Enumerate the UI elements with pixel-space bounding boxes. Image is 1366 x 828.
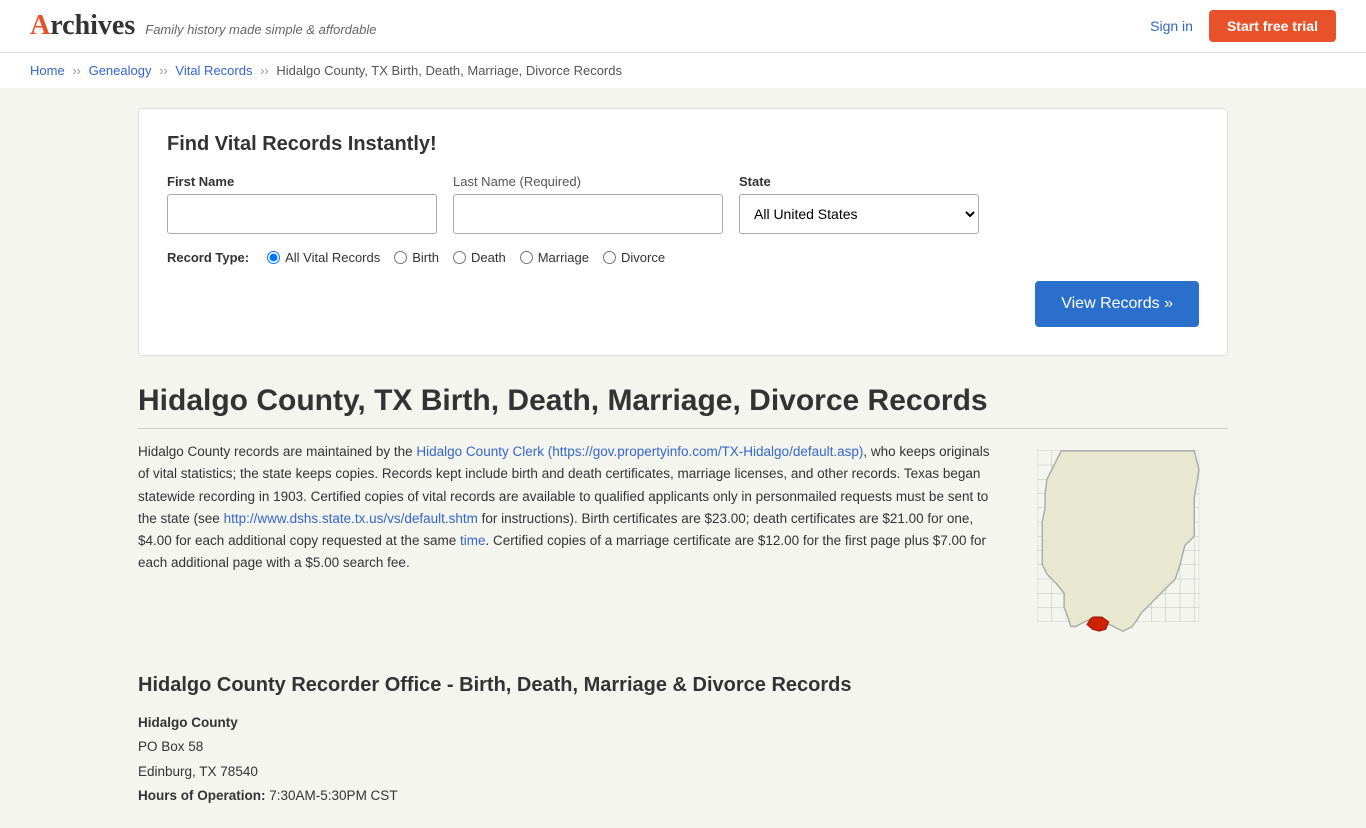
office-address1: PO Box 58 [138, 735, 1228, 759]
last-name-input[interactable] [453, 194, 723, 234]
site-header: Archives Family history made simple & af… [0, 0, 1366, 53]
radio-death-label: Death [471, 250, 506, 265]
first-name-input[interactable] [167, 194, 437, 234]
office-hours-label: Hours of Operation: [138, 788, 266, 803]
search-fields: First Name Last Name (Required) State Al… [167, 174, 1199, 234]
breadcrumb-current: Hidalgo County, TX Birth, Death, Marriag… [276, 63, 622, 78]
breadcrumb-sep-3: ›› [260, 63, 272, 78]
radio-all-vital[interactable]: All Vital Records [267, 250, 380, 265]
breadcrumb: Home ›› Genealogy ›› Vital Records ›› Hi… [0, 53, 1366, 88]
time-link[interactable]: time [460, 533, 486, 548]
content-section: Hidalgo County records are maintained by… [138, 441, 1228, 644]
start-trial-button[interactable]: Start free trial [1209, 10, 1336, 42]
radio-divorce-input[interactable] [603, 251, 616, 264]
breadcrumb-genealogy[interactable]: Genealogy [89, 63, 152, 78]
radio-divorce[interactable]: Divorce [603, 250, 665, 265]
radio-marriage-label: Marriage [538, 250, 589, 265]
site-logo: Archives [30, 10, 135, 42]
radio-marriage-input[interactable] [520, 251, 533, 264]
texas-map-svg [1028, 441, 1218, 641]
breadcrumb-sep-2: ›› [159, 63, 171, 78]
office-info: Hidalgo County PO Box 58 Edinburg, TX 78… [138, 711, 1228, 808]
main-content: Find Vital Records Instantly! First Name… [108, 88, 1258, 828]
state-label: State [739, 174, 979, 189]
breadcrumb-vital-records[interactable]: Vital Records [175, 63, 252, 78]
search-box: Find Vital Records Instantly! First Name… [138, 108, 1228, 356]
radio-marriage[interactable]: Marriage [520, 250, 589, 265]
page-description: Hidalgo County records are maintained by… [138, 441, 998, 644]
hidalgo-clerk-link[interactable]: Hidalgo County Clerk (https://gov.proper… [416, 444, 863, 459]
texas-map [1028, 441, 1228, 644]
office-address2: Edinburg, TX 78540 [138, 760, 1228, 784]
state-group: State All United States Alabama Alaska A… [739, 174, 979, 234]
radio-all-vital-label: All Vital Records [285, 250, 380, 265]
radio-divorce-label: Divorce [621, 250, 665, 265]
last-name-group: Last Name (Required) [453, 174, 723, 234]
radio-birth[interactable]: Birth [394, 250, 439, 265]
radio-death[interactable]: Death [453, 250, 506, 265]
radio-birth-input[interactable] [394, 251, 407, 264]
record-type-label: Record Type: [167, 250, 249, 265]
first-name-label: First Name [167, 174, 437, 189]
view-records-button[interactable]: View Records » [1035, 281, 1199, 327]
office-hours-value: 7:30AM-5:30PM CST [269, 788, 397, 803]
office-name: Hidalgo County [138, 711, 1228, 735]
breadcrumb-sep-1: ›› [72, 63, 84, 78]
section2-title: Hidalgo County Recorder Office - Birth, … [138, 674, 1228, 697]
sign-in-link[interactable]: Sign in [1150, 18, 1193, 34]
office-hours: Hours of Operation: 7:30AM-5:30PM CST [138, 784, 1228, 808]
search-title: Find Vital Records Instantly! [167, 133, 1199, 156]
page-description-text: Hidalgo County records are maintained by… [138, 441, 998, 575]
search-btn-row: View Records » [167, 281, 1199, 327]
logo-area: Archives Family history made simple & af… [30, 10, 376, 42]
site-tagline: Family history made simple & affordable [145, 22, 376, 37]
record-type-row: Record Type: All Vital Records Birth Dea… [167, 250, 1199, 265]
radio-all-vital-input[interactable] [267, 251, 280, 264]
breadcrumb-home[interactable]: Home [30, 63, 65, 78]
radio-birth-label: Birth [412, 250, 439, 265]
header-actions: Sign in Start free trial [1150, 10, 1336, 42]
radio-death-input[interactable] [453, 251, 466, 264]
first-name-group: First Name [167, 174, 437, 234]
last-name-label: Last Name (Required) [453, 174, 723, 189]
page-title: Hidalgo County, TX Birth, Death, Marriag… [138, 384, 1228, 429]
state-select[interactable]: All United States Alabama Alaska Arizona… [739, 194, 979, 234]
dshs-link[interactable]: http://www.dshs.state.tx.us/vs/default.s… [224, 511, 478, 526]
